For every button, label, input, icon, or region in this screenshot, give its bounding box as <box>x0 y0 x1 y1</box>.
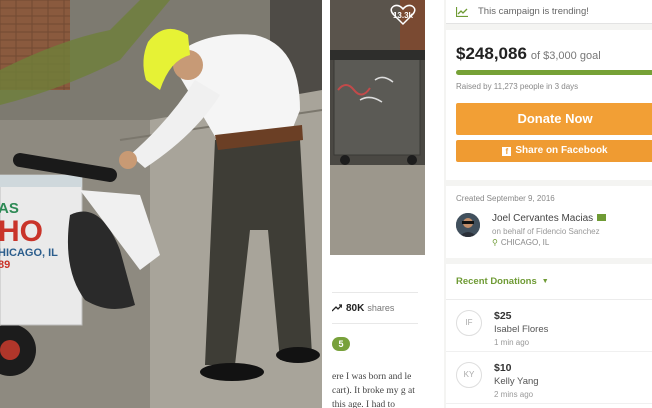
location-text: CHICAGO, IL <box>500 238 550 247</box>
count-badge: 5 <box>332 337 350 351</box>
story-excerpt: ere I was born and le cart). It broke my… <box>332 372 415 408</box>
campaign-thumbnail-photo[interactable] <box>330 0 447 255</box>
trending-text: This campaign is trending! <box>478 6 589 17</box>
campaign-sidebar: This campaign is trending! $248,086 of $… <box>444 0 652 408</box>
beneficiary-text: on behalf of Fidencio Sanchez <box>492 227 600 236</box>
goal-text: of $3,000 goal <box>530 50 601 62</box>
donation-amount: $25 <box>494 310 512 322</box>
donation-item: KY $10 Kelly Yang 2 mins ago <box>446 352 652 404</box>
shares-count: 80K <box>346 302 365 314</box>
recent-donations-toggle[interactable]: Recent Donations ▼ <box>446 264 652 300</box>
chevron-down-icon: ▼ <box>541 278 549 285</box>
created-date: Created September 9, 2016 <box>456 194 555 203</box>
cart-sign-line-3: HICAGO, IL <box>0 247 58 259</box>
trend-arrow-icon <box>332 304 342 312</box>
shares-stat: 80K shares <box>332 292 418 324</box>
heart-count[interactable]: 13.3k <box>390 4 416 26</box>
mail-icon[interactable] <box>597 214 607 221</box>
donor-name: Isabel Flores <box>494 324 549 335</box>
cart-sign: AS HO HICAGO, IL 89 <box>0 200 78 271</box>
raised-by-text: Raised by 11,273 people in 3 days <box>456 82 579 91</box>
cart-sign-line-4: 89 <box>0 259 11 271</box>
donation-time: 2 mins ago <box>494 390 534 399</box>
donor-name: Kelly Yang <box>494 376 539 387</box>
trash-bin-illustration <box>330 0 425 255</box>
recent-donations-card: Recent Donations ▼ IF $25 Isabel Flores … <box>446 264 652 408</box>
raised-line: $248,086 of $3,000 goal <box>456 44 644 64</box>
organizer-name-text: Joel Cervantes Macias <box>492 213 594 224</box>
donor-avatar: KY <box>456 362 482 388</box>
campaign-photo[interactable]: AS HO HICAGO, IL 89 <box>0 0 322 408</box>
donor-avatar: IF <box>456 310 482 336</box>
donate-now-button[interactable]: Donate Now <box>456 103 652 135</box>
organizer-row: Joel Cervantes Macias on behalf of Fiden… <box>456 213 644 247</box>
heart-count-label: 13.3k <box>392 11 414 20</box>
donation-item: IF $25 Isabel Flores 1 min ago <box>446 300 652 352</box>
organizer-card: Created September 9, 2016 Joel Cervantes… <box>446 186 652 258</box>
goal-card: $248,086 of $3,000 goal Raised by 11,273… <box>446 30 652 180</box>
organizer-avatar[interactable] <box>456 213 480 237</box>
trending-banner: This campaign is trending! <box>446 0 652 24</box>
progress-fill <box>456 70 652 75</box>
trend-chart-icon <box>456 6 468 17</box>
location-pin-icon: ⚲ <box>492 238 498 247</box>
share-facebook-label: Share on Facebook <box>515 145 608 156</box>
donation-amount: $10 <box>494 362 512 374</box>
donation-time: 1 min ago <box>494 338 530 347</box>
share-facebook-button[interactable]: f Share on Facebook <box>456 140 652 162</box>
facebook-icon: f <box>502 147 512 156</box>
location-row: ⚲ CHICAGO, IL <box>492 238 606 247</box>
shares-label: shares <box>367 303 395 313</box>
person-avatar-icon <box>456 213 480 237</box>
organizer-name[interactable]: Joel Cervantes Macias <box>492 213 607 224</box>
progress-bar <box>456 70 652 75</box>
recent-donations-label: Recent Donations <box>456 276 537 287</box>
organizer-info: Joel Cervantes Macias on behalf of Fiden… <box>492 213 607 247</box>
raised-amount: $248,086 <box>456 44 527 63</box>
cart-sign-line-2: HO <box>0 215 43 248</box>
